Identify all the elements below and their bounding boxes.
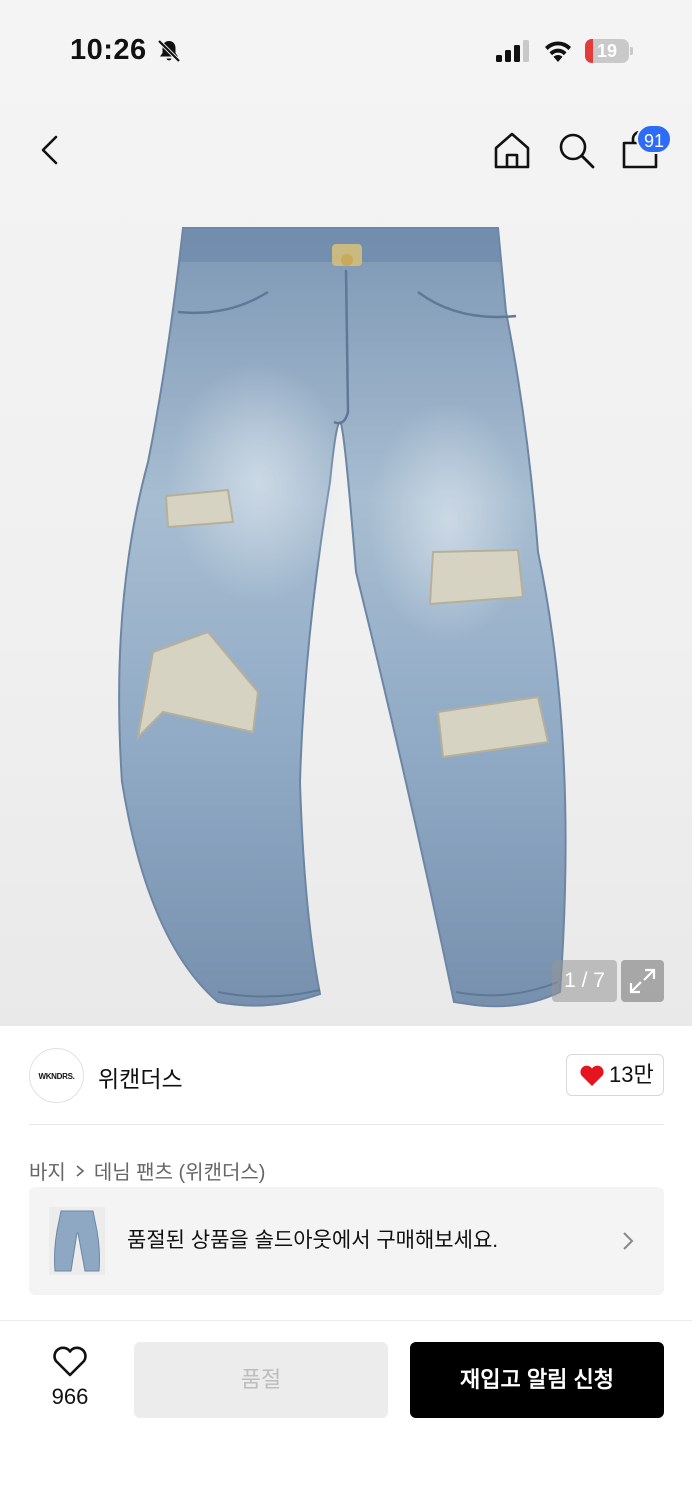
divider [29,1124,664,1125]
battery-indicator: 19 [585,39,633,63]
heart-outline-icon [53,1346,87,1377]
status-time: 10:26 [70,34,147,66]
product-image[interactable] [108,222,588,1022]
status-bar: 10:26 19 [0,0,692,100]
gallery-page-counter: 1 / 7 [552,960,617,1002]
soldout-button[interactable]: 품절 [134,1342,388,1418]
rating-peek [29,1312,229,1320]
heart-filled-icon [580,1065,604,1086]
breadcrumb-category[interactable]: 바지 [29,1156,66,1185]
brand-like-button[interactable]: 13만 [566,1054,664,1096]
expand-icon[interactable] [621,960,664,1002]
back-icon[interactable] [28,128,72,172]
product-hero: 10:26 19 91 1 / 7 [0,0,692,1026]
soldout-banner[interactable]: 품절된 상품을 솔드아웃에서 구매해보세요. [29,1187,664,1295]
battery-percent: 19 [596,41,618,61]
soldout-banner-text: 품절된 상품을 솔드아웃에서 구매해보세요. [127,1229,499,1252]
bell-off-icon [157,39,181,63]
brand-name[interactable]: 위캔더스 [98,1060,183,1094]
chevron-right-icon [623,1232,634,1250]
search-icon[interactable] [554,128,598,172]
home-icon[interactable] [490,128,534,172]
breadcrumb-subcategory[interactable]: 데님 팬츠 (위캔더스) [94,1156,266,1185]
brand-logo[interactable]: WKNDRS. [29,1048,84,1103]
breadcrumb: 바지 데님 팬츠 (위캔더스) [29,1156,265,1185]
brand-logo-text: WKNDRS. [38,1072,75,1081]
wishlist-count: 966 [51,1384,89,1409]
chevron-right-icon [76,1164,85,1177]
product-thumbnail [49,1207,105,1275]
cellular-signal-icon [496,40,529,62]
brand-like-count: 13만 [609,1062,654,1087]
wifi-icon [545,41,571,62]
wishlist-button[interactable]: 966 [36,1342,104,1412]
cart-count-badge: 91 [636,124,673,154]
restock-alert-button[interactable]: 재입고 알림 신청 [410,1342,664,1418]
